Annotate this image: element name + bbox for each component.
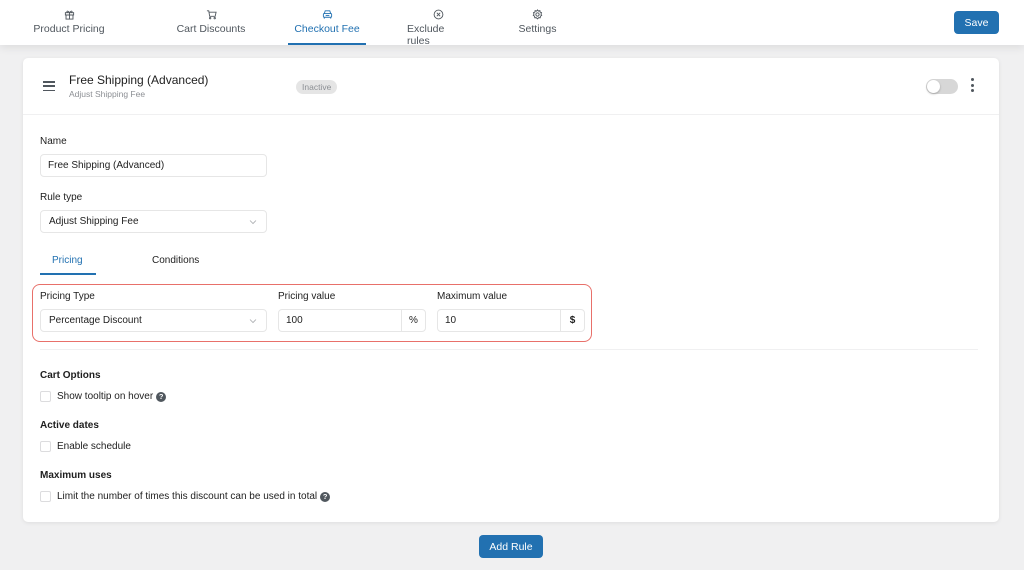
limit-uses-label: Limit the number of times this discount … xyxy=(57,491,318,502)
gift-icon xyxy=(64,9,75,20)
toggle-knob xyxy=(927,80,940,93)
tab-exclude-rules[interactable]: Exclude rules xyxy=(407,0,470,47)
maximum-value: 10 xyxy=(445,315,457,326)
tab-cart-discounts[interactable]: Cart Discounts xyxy=(176,0,246,45)
maximum-value-input[interactable]: 10 $ xyxy=(437,309,585,332)
circle-x-icon xyxy=(433,9,444,20)
pricing-type-label: Pricing Type xyxy=(40,291,95,302)
help-icon[interactable]: ? xyxy=(156,391,167,402)
more-options-icon[interactable] xyxy=(969,78,975,94)
enable-schedule-option: Enable schedule xyxy=(40,441,131,452)
percent-suffix: % xyxy=(401,310,425,331)
name-input[interactable]: Free Shipping (Advanced) xyxy=(40,154,267,177)
tab-label: Exclude rules xyxy=(407,23,445,47)
help-icon[interactable]: ? xyxy=(320,491,331,502)
tab-label: Checkout Fee xyxy=(294,23,360,35)
cart-options-title: Cart Options xyxy=(40,370,101,381)
tab-label: Settings xyxy=(518,23,557,35)
show-tooltip-label: Show tooltip on hover xyxy=(57,391,154,402)
show-tooltip-checkbox[interactable] xyxy=(40,391,51,402)
subtab-pricing[interactable]: Pricing xyxy=(52,255,83,266)
rule-card: Free Shipping (Advanced) Adjust Shipping… xyxy=(23,58,999,522)
top-nav: Product Pricing Cart Discounts Checkout … xyxy=(0,0,1024,47)
chevron-down-icon xyxy=(249,317,257,325)
active-dates-title: Active dates xyxy=(40,420,99,431)
rule-type-label: Rule type xyxy=(40,192,83,203)
tab-settings[interactable]: Settings xyxy=(517,0,558,45)
rule-title: Free Shipping (Advanced) xyxy=(69,73,209,87)
rule-enabled-toggle[interactable] xyxy=(926,79,958,94)
maximum-value-label: Maximum value xyxy=(437,291,508,302)
tab-label: Cart Discounts xyxy=(176,23,246,35)
tab-checkout-fee[interactable]: Checkout Fee xyxy=(288,0,366,45)
pricing-value-input[interactable]: 100 % xyxy=(278,309,426,332)
limit-uses-option: Limit the number of times this discount … xyxy=(40,491,331,502)
tab-product-pricing[interactable]: Product Pricing xyxy=(33,0,105,45)
section-divider xyxy=(40,349,978,350)
chevron-down-icon xyxy=(249,218,257,226)
name-label: Name xyxy=(40,136,67,147)
subtab-conditions[interactable]: Conditions xyxy=(152,255,199,266)
gear-icon xyxy=(532,9,543,20)
rule-card-header: Free Shipping (Advanced) Adjust Shipping… xyxy=(23,58,999,115)
car-icon xyxy=(322,9,333,20)
rule-type-select[interactable]: Adjust Shipping Fee xyxy=(40,210,267,233)
cart-icon xyxy=(206,9,217,20)
pricing-type-value: Percentage Discount xyxy=(49,315,142,326)
limit-uses-checkbox[interactable] xyxy=(40,491,51,502)
name-input-value: Free Shipping (Advanced) xyxy=(48,160,165,171)
maximum-uses-title: Maximum uses xyxy=(40,470,112,481)
tab-label: Product Pricing xyxy=(33,23,105,35)
status-badge: Inactive xyxy=(296,80,338,94)
enable-schedule-checkbox[interactable] xyxy=(40,441,51,452)
save-button[interactable]: Save xyxy=(954,11,999,34)
active-subtab-indicator xyxy=(40,273,96,275)
drag-handle-icon[interactable] xyxy=(43,81,55,92)
pricing-type-select[interactable]: Percentage Discount xyxy=(40,309,267,332)
add-rule-button[interactable]: Add Rule xyxy=(479,535,543,558)
show-tooltip-option: Show tooltip on hover ? xyxy=(40,391,167,402)
enable-schedule-label: Enable schedule xyxy=(57,441,131,452)
pricing-value-label: Pricing value xyxy=(278,291,336,302)
pricing-value: 100 xyxy=(286,315,303,326)
rule-subtitle: Adjust Shipping Fee xyxy=(69,89,146,99)
dollar-suffix: $ xyxy=(560,310,584,331)
rule-type-value: Adjust Shipping Fee xyxy=(49,216,139,227)
